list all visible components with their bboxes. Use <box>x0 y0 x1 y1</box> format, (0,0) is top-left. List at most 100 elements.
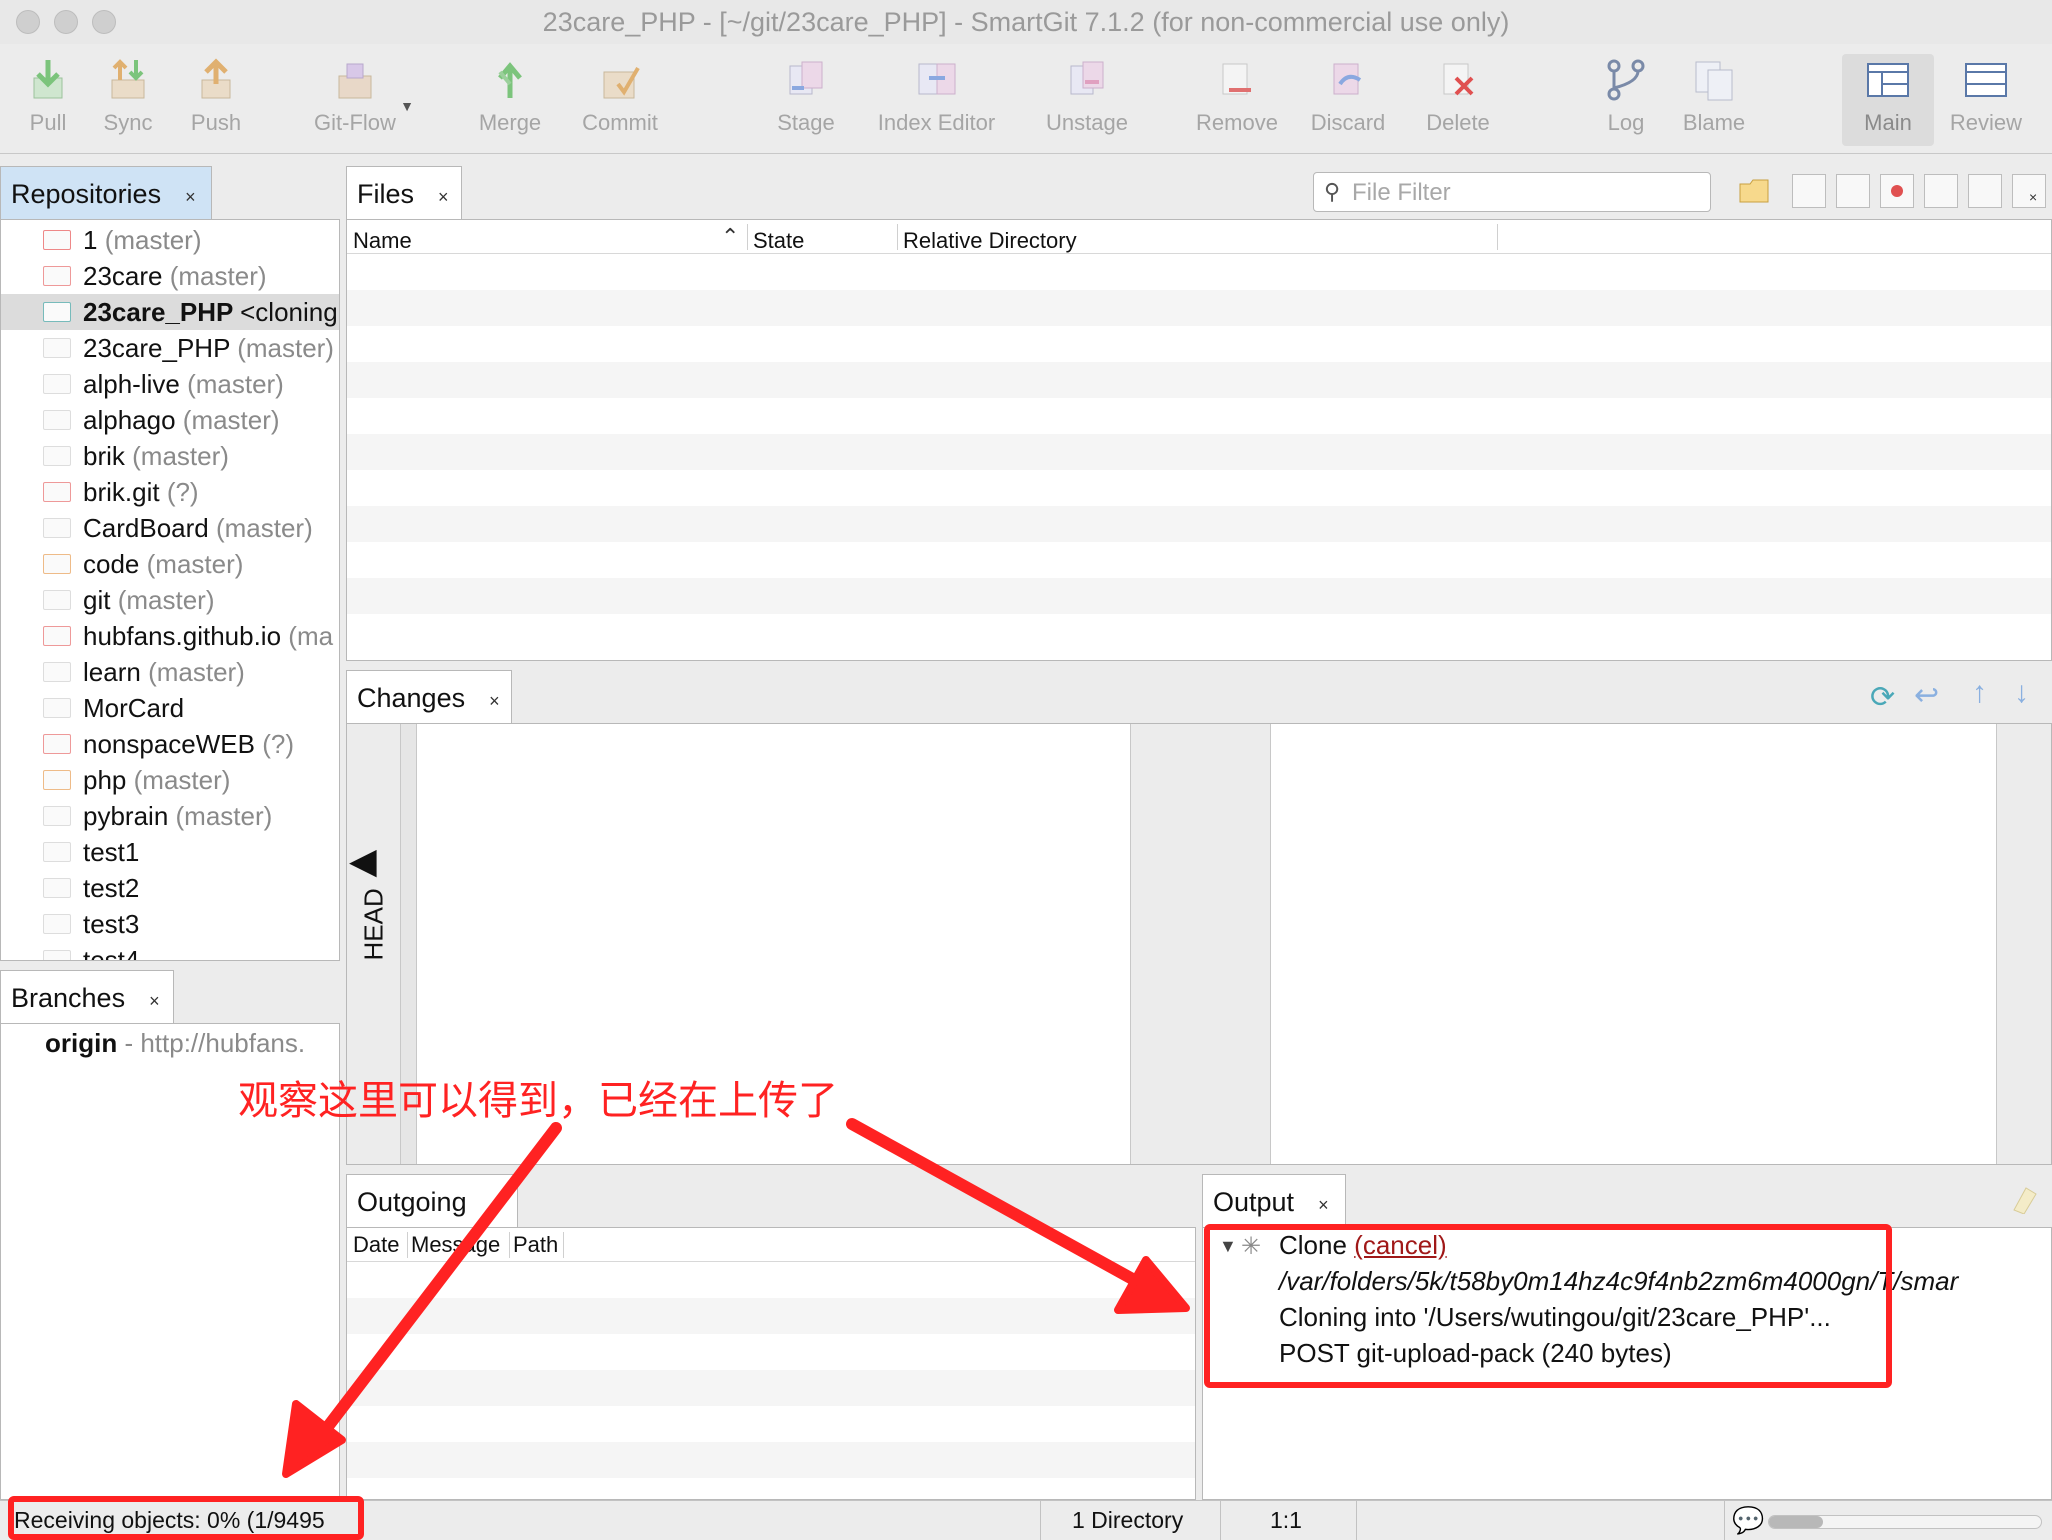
revert-arrow-icon[interactable]: ↩ <box>1914 678 1939 713</box>
toolbar: Pull Sync Push Git-Flow ▼ Merge Commit S… <box>0 44 2052 154</box>
repository-row[interactable]: brik (master) <box>1 438 339 474</box>
tab-files[interactable]: Files × <box>346 166 462 220</box>
show-staged-files-icon[interactable] <box>1924 174 1958 208</box>
repository-row[interactable]: nonspaceWEB (?) <box>1 726 339 762</box>
show-deleted-files-icon[interactable]: × <box>2012 174 2046 208</box>
log-button[interactable]: Log <box>1578 54 1674 146</box>
close-window-button[interactable] <box>16 10 40 34</box>
repository-row[interactable]: test4 <box>1 942 339 960</box>
outgoing-table-header: Date Message Path <box>347 1228 1195 1262</box>
column-path[interactable]: Path <box>513 1232 558 1258</box>
repository-row[interactable]: 23care_PHP (master) <box>1 330 339 366</box>
collapse-triangle-icon[interactable]: ◀ <box>349 840 377 882</box>
column-relative-directory[interactable]: Relative Directory <box>903 228 1077 254</box>
discard-button[interactable]: Discard <box>1300 54 1396 146</box>
close-tab-icon[interactable]: × <box>1318 1195 1329 1215</box>
repository-row[interactable]: test2 <box>1 870 339 906</box>
stage-button[interactable]: Stage <box>758 54 854 146</box>
tab-outgoing[interactable]: Outgoing <box>346 1174 518 1228</box>
cancel-link[interactable]: (cancel) <box>1354 1230 1446 1260</box>
repository-name: 23care_PHP <box>83 297 233 327</box>
repository-branch: (?) <box>166 477 199 507</box>
push-button[interactable]: Push <box>168 54 264 146</box>
repository-name: alph-live <box>83 369 180 399</box>
repository-name: alphago <box>83 405 176 435</box>
close-tab-icon[interactable]: × <box>489 691 500 711</box>
open-folder-icon[interactable] <box>1738 176 1772 206</box>
show-modified-files-icon[interactable] <box>1968 174 2002 208</box>
repository-row[interactable]: MorCard <box>1 690 339 726</box>
close-tab-icon[interactable]: × <box>149 991 160 1011</box>
repository-row[interactable]: learn (master) <box>1 654 339 690</box>
column-message[interactable]: Message <box>411 1232 500 1258</box>
git-flow-button[interactable]: Git-Flow ▼ <box>300 54 414 146</box>
repository-name: brik.git <box>83 477 160 507</box>
review-layout-icon <box>1964 58 2008 102</box>
repository-branch: (master) <box>133 765 231 795</box>
review-perspective-button[interactable]: Review <box>1940 54 2032 146</box>
clear-output-icon[interactable] <box>2010 1184 2038 1215</box>
repository-name: nonspaceWEB <box>83 729 255 759</box>
progress-status: Receiving objects: 0% (1/9495 <box>14 1507 325 1533</box>
refresh-icon[interactable]: ⟳ <box>1870 680 1895 715</box>
main-perspective-button[interactable]: Main <box>1842 54 1934 146</box>
tab-repositories[interactable]: Repositories × <box>0 166 212 220</box>
close-tab-icon[interactable]: × <box>185 187 196 207</box>
repository-icon <box>43 914 71 934</box>
repository-icon <box>43 662 71 682</box>
repository-branch: (master) <box>117 585 215 615</box>
repository-row[interactable]: 23care (master) <box>1 258 339 294</box>
minimize-window-button[interactable] <box>54 10 78 34</box>
repository-row[interactable]: hubfans.github.io (ma <box>1 618 339 654</box>
tab-output[interactable]: Output × <box>1202 1174 1346 1228</box>
repository-row[interactable]: php (master) <box>1 762 339 798</box>
tab-branches[interactable]: Branches × <box>0 970 174 1024</box>
repository-branch: (master) <box>132 441 229 471</box>
next-change-icon[interactable]: ↓ <box>2014 676 2029 710</box>
delete-button[interactable]: Delete <box>1410 54 1506 146</box>
repository-icon <box>43 554 71 574</box>
repository-branch: (master) <box>182 405 280 435</box>
repository-row[interactable]: alphago (master) <box>1 402 339 438</box>
repository-row[interactable]: test3 <box>1 906 339 942</box>
commit-button[interactable]: Commit <box>572 54 668 146</box>
diff-scrollbar[interactable] <box>1997 724 2051 1164</box>
repository-row[interactable]: CardBoard (master) <box>1 510 339 546</box>
delete-icon <box>1436 58 1480 102</box>
blame-button[interactable]: Blame <box>1666 54 1762 146</box>
column-state[interactable]: State <box>753 228 804 254</box>
repository-row[interactable]: brik.git (?) <box>1 474 339 510</box>
remove-button[interactable]: Remove <box>1182 54 1292 146</box>
show-untracked-files-icon[interactable] <box>1836 174 1870 208</box>
speech-bubble-icon[interactable]: 💬 <box>1732 1505 1764 1536</box>
zoom-window-button[interactable] <box>92 10 116 34</box>
show-unchanged-files-icon[interactable] <box>1792 174 1826 208</box>
repository-icon <box>43 878 71 898</box>
tab-changes[interactable]: Changes × <box>346 670 512 724</box>
previous-change-icon[interactable]: ↑ <box>1972 676 1987 710</box>
repository-branch: (master) <box>146 549 244 579</box>
sync-button[interactable]: Sync <box>80 54 176 146</box>
merge-button[interactable]: Merge <box>462 54 558 146</box>
expand-triangle-icon[interactable]: ▼ <box>1219 1236 1237 1257</box>
close-tab-icon[interactable]: × <box>438 187 449 207</box>
repository-name: 23care <box>83 261 163 291</box>
repository-name: test2 <box>83 873 140 903</box>
repository-row[interactable]: test1 <box>1 834 339 870</box>
repository-row[interactable]: alph-live (master) <box>1 366 339 402</box>
repository-branch: (master) <box>104 225 202 255</box>
repository-row[interactable]: 1 (master) <box>1 222 339 258</box>
unstage-button[interactable]: Unstage <box>1032 54 1142 146</box>
column-name[interactable]: Name <box>353 228 412 254</box>
repository-row[interactable]: git (master) <box>1 582 339 618</box>
repository-row[interactable]: pybrain (master) <box>1 798 339 834</box>
index-editor-button[interactable]: Index Editor <box>864 54 1009 146</box>
diff-right-text[interactable] <box>1271 724 1997 1164</box>
repository-row[interactable]: 23care_PHP <cloning <box>1 294 339 330</box>
show-ignored-files-icon[interactable] <box>1880 174 1914 208</box>
column-date[interactable]: Date <box>353 1232 399 1258</box>
file-filter-input[interactable]: ⚲ File Filter <box>1313 172 1711 212</box>
repository-row[interactable]: code (master) <box>1 546 339 582</box>
sync-icon <box>106 58 150 102</box>
branch-row-origin[interactable]: origin - http://hubfans. <box>45 1028 305 1059</box>
